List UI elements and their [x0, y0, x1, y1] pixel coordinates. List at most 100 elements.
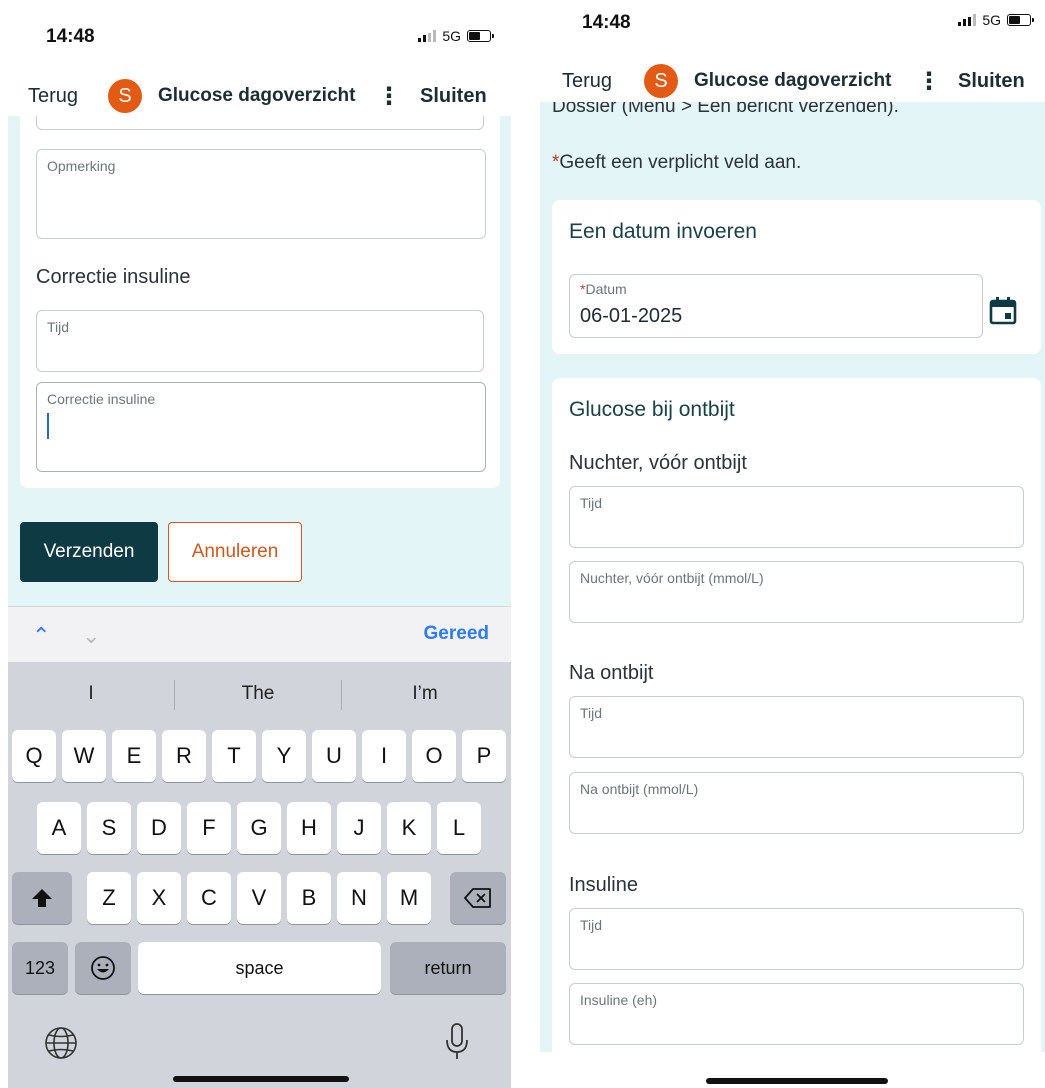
home-indicator — [173, 1076, 349, 1082]
insulin-time-field[interactable]: Tijd — [569, 908, 1024, 970]
date-card: Een datum invoeren *Datum 06-01-2025 — [552, 200, 1041, 354]
microphone-icon[interactable] — [444, 1022, 470, 1062]
network-type: 5G — [982, 12, 1001, 28]
status-indicators: 5G — [418, 28, 494, 44]
form-card: Opmerking Correctie insuline Tijd Correc… — [20, 116, 500, 488]
after-value-field[interactable]: Na ontbijt (mmol/L) — [569, 772, 1024, 834]
fasting-time-field[interactable]: Tijd — [569, 486, 1024, 548]
suggestion-2[interactable]: The — [175, 674, 341, 714]
suggestion-1[interactable]: I — [8, 674, 174, 714]
avatar[interactable]: S — [108, 79, 142, 113]
key-d[interactable]: D — [137, 802, 181, 854]
key-f[interactable]: F — [187, 802, 231, 854]
insulin-label: Insuline (eh) — [580, 992, 658, 1008]
correction-title: Correctie insuline — [36, 266, 191, 288]
key-y[interactable]: Y — [262, 730, 306, 782]
globe-icon[interactable] — [44, 1026, 78, 1060]
backspace-icon — [464, 888, 491, 908]
chevron-up-icon[interactable]: ⌃ — [32, 623, 50, 649]
insulin-value-field[interactable]: Insuline (eh) — [569, 983, 1024, 1045]
status-time: 14:48 — [46, 26, 95, 47]
key-b[interactable]: B — [287, 872, 331, 924]
home-indicator — [706, 1078, 888, 1084]
key-h[interactable]: H — [287, 802, 331, 854]
key-c[interactable]: C — [187, 872, 231, 924]
fasting-value-field[interactable]: Nuchter, vóór ontbijt (mmol/L) — [569, 561, 1024, 623]
fasting-label: Nuchter, vóór ontbijt (mmol/L) — [580, 570, 764, 586]
close-button[interactable]: Sluiten — [420, 85, 487, 108]
done-button[interactable]: Gereed — [424, 623, 489, 645]
status-bar: 14:48 5G — [8, 0, 511, 70]
glucose-card: Glucose bij ontbijt Nuchter, vóór ontbij… — [552, 378, 1041, 1052]
key-o[interactable]: O — [412, 730, 456, 782]
shift-icon — [32, 889, 52, 907]
key-e[interactable]: E — [112, 730, 156, 782]
key-t[interactable]: T — [212, 730, 256, 782]
key-g[interactable]: G — [237, 802, 281, 854]
network-type: 5G — [442, 28, 461, 44]
previous-field[interactable] — [36, 116, 484, 130]
status-indicators: 5G — [958, 12, 1034, 28]
key-w[interactable]: W — [62, 730, 106, 782]
time-label: Tijd — [580, 705, 603, 721]
key-z[interactable]: Z — [87, 872, 131, 924]
intro-text: Dossier (Menu > Een bericht verzenden). — [552, 102, 899, 117]
remark-field[interactable]: Opmerking — [36, 149, 486, 239]
key-a[interactable]: A — [37, 802, 81, 854]
key-k[interactable]: K — [387, 802, 431, 854]
glucose-section-title: Glucose bij ontbijt — [569, 398, 735, 421]
more-icon[interactable]: ⋮ — [917, 67, 941, 96]
key-l[interactable]: L — [437, 802, 481, 854]
send-button[interactable]: Verzenden — [20, 522, 158, 582]
fasting-title: Nuchter, vóór ontbijt — [569, 452, 747, 474]
key-n[interactable]: N — [337, 872, 381, 924]
status-time: 14:48 — [582, 12, 631, 33]
suggestion-3[interactable]: I’m — [342, 674, 508, 714]
key-p[interactable]: P — [462, 730, 506, 782]
time-label: Tijd — [47, 319, 70, 335]
correction-insulin-field[interactable]: Correctie insuline — [36, 382, 486, 472]
back-button[interactable]: Terug — [28, 85, 78, 108]
form-content: Dossier (Menu > Een bericht verzenden). … — [540, 102, 1045, 1052]
battery-icon — [467, 30, 494, 42]
time-label: Tijd — [580, 917, 603, 933]
chevron-down-icon[interactable]: ⌄ — [82, 623, 100, 649]
more-icon[interactable]: ⋮ — [377, 82, 401, 111]
right-screenshot: 14:48 5G Terug S Glucose dagoverzicht ⋮ … — [540, 0, 1045, 1088]
cancel-button[interactable]: Annuleren — [168, 522, 302, 582]
after-breakfast-title: Na ontbijt — [569, 662, 654, 684]
key-m[interactable]: M — [387, 872, 431, 924]
back-button[interactable]: Terug — [562, 70, 612, 93]
time-label: Tijd — [580, 495, 603, 511]
date-label: *Datum — [580, 281, 627, 297]
key-u[interactable]: U — [312, 730, 356, 782]
emoji-key[interactable] — [75, 942, 131, 994]
date-field[interactable]: *Datum 06-01-2025 — [569, 274, 983, 338]
remark-label: Opmerking — [47, 158, 116, 174]
calendar-icon[interactable] — [988, 296, 1018, 326]
backspace-key[interactable] — [450, 872, 506, 924]
key-v[interactable]: V — [237, 872, 281, 924]
key-j[interactable]: J — [337, 802, 381, 854]
shift-key[interactable] — [12, 872, 72, 924]
key-i[interactable]: I — [362, 730, 406, 782]
nav-bar: Terug S Glucose dagoverzicht ⋮ Sluiten — [540, 60, 1045, 102]
key-r[interactable]: R — [162, 730, 206, 782]
space-key[interactable]: space — [138, 942, 381, 994]
numbers-key[interactable]: 123 — [12, 942, 68, 994]
after-label: Na ontbijt (mmol/L) — [580, 781, 699, 797]
signal-icon — [958, 14, 977, 26]
correction-time-field[interactable]: Tijd — [36, 310, 484, 372]
key-x[interactable]: X — [137, 872, 181, 924]
key-s[interactable]: S — [87, 802, 131, 854]
return-key[interactable]: return — [390, 942, 506, 994]
key-q[interactable]: Q — [12, 730, 56, 782]
close-button[interactable]: Sluiten — [958, 70, 1025, 93]
required-note-text: Geeft een verplicht veld aan. — [559, 152, 802, 173]
required-note: *Geeft een verplicht veld aan. — [552, 152, 801, 174]
keyboard-accessory-bar: ⌃ ⌄ Gereed — [8, 606, 511, 662]
avatar[interactable]: S — [644, 64, 678, 98]
left-screenshot: 14:48 5G Terug S Glucose dagoverzicht ⋮ … — [8, 0, 511, 1088]
date-section-title: Een datum invoeren — [569, 220, 757, 243]
after-time-field[interactable]: Tijd — [569, 696, 1024, 758]
